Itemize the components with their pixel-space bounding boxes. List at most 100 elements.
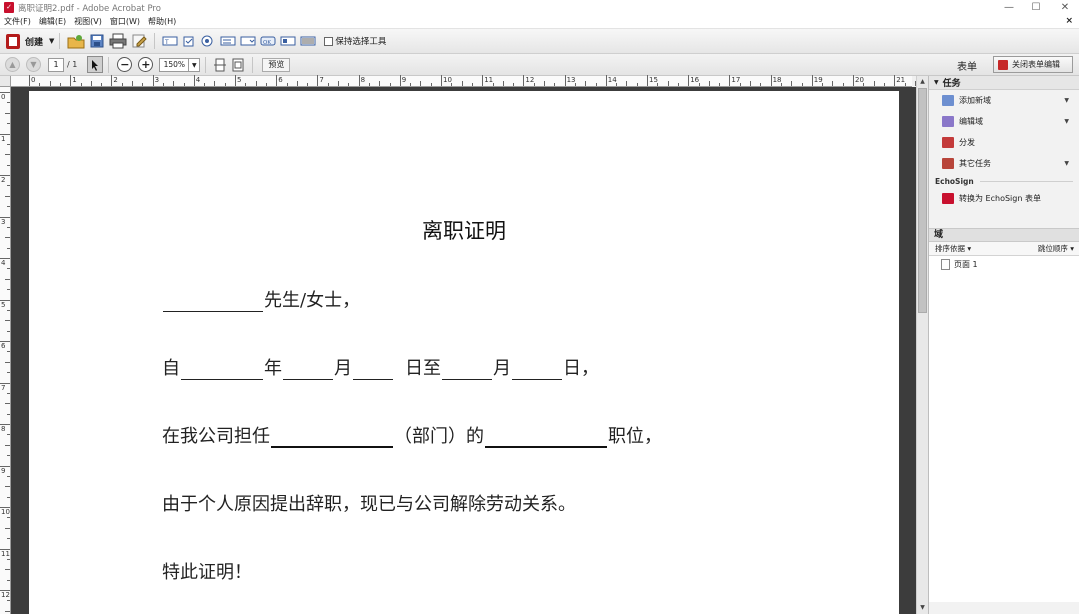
tab-order-dropdown[interactable]: 跳位顺序 ▾ [1038, 242, 1074, 255]
checkbox-tool[interactable] [182, 32, 196, 50]
menu-bar: 文件(F) 编辑(E) 视图(V) 窗口(W) 帮助(H) × [0, 15, 1079, 29]
ruler-minor-tick [451, 83, 453, 86]
ruler-minor-tick [708, 81, 710, 86]
vertical-scrollbar[interactable]: ▲ ▼ [916, 76, 928, 614]
fit-width-button[interactable] [213, 56, 227, 74]
tasks-header[interactable]: ▼ 任务 [929, 76, 1079, 90]
close-window-button[interactable]: ✕ [1050, 0, 1079, 15]
field-page-label: 页面 1 [954, 259, 978, 269]
ruler-minor-tick [410, 83, 412, 86]
dropdown-tool[interactable] [240, 32, 256, 50]
task-edit-field-label: 编辑域 [959, 117, 983, 126]
ruler-minor-tick [7, 102, 10, 104]
open-folder-icon [67, 35, 85, 49]
zoom-level-input[interactable]: 150% [159, 57, 190, 72]
radio-tool[interactable] [200, 32, 216, 50]
ruler-minor-tick [430, 83, 432, 86]
barcode-tool[interactable] [300, 32, 316, 50]
task-echosign[interactable]: 转换为 EchoSign 表单 [929, 188, 1079, 209]
open-button[interactable] [67, 32, 85, 50]
field-page-item[interactable]: 页面 1 [929, 256, 1079, 272]
maximize-button[interactable]: ☐ [1021, 0, 1051, 15]
zoom-in-button[interactable]: + [138, 57, 154, 72]
task-other[interactable]: 其它任务 ▼ [929, 153, 1079, 174]
task-distribute[interactable]: 分发 [929, 132, 1079, 153]
keep-select-checkbox[interactable] [324, 36, 334, 46]
start-month-blank[interactable] [283, 362, 333, 380]
task-add-field[interactable]: 添加新域 ▼ [929, 90, 1079, 111]
listbox-tool[interactable] [220, 32, 236, 50]
start-day-blank[interactable] [353, 362, 393, 380]
text-field-tool[interactable]: T [162, 32, 178, 50]
start-year-blank[interactable] [181, 362, 263, 380]
ruler-minor-tick [90, 81, 92, 86]
end-day-blank[interactable] [512, 362, 562, 380]
menu-file[interactable]: 文件(F) [0, 16, 35, 27]
close-form-edit-button[interactable]: 关闭表单编辑 [993, 56, 1073, 73]
task-echosign-label: 转换为 EchoSign 表单 [959, 194, 1041, 203]
ruler-minor-tick [307, 83, 309, 86]
edit-doc-button[interactable] [131, 32, 148, 50]
menu-view[interactable]: 视图(V) [70, 16, 106, 27]
save-button[interactable] [89, 32, 105, 50]
echosign-header: EchoSign [929, 174, 1079, 188]
menu-window[interactable]: 窗口(W) [106, 16, 144, 27]
select-tool-button[interactable] [87, 56, 104, 73]
ruler-label: 1 [1, 134, 6, 143]
minimize-button[interactable]: — [994, 0, 1024, 15]
digital-sign-tool[interactable] [280, 32, 296, 50]
fields-header: 域 [929, 228, 1079, 242]
scroll-down-icon[interactable]: ▼ [917, 603, 928, 613]
close-document-button[interactable]: × [1065, 16, 1073, 26]
zoom-out-button[interactable]: − [117, 57, 133, 72]
keep-select-tool-toggle[interactable]: 保持选择工具 [324, 35, 386, 47]
zoom-dropdown-button[interactable]: ▼ [189, 57, 201, 72]
svg-text:OK: OK [263, 40, 271, 46]
create-button[interactable]: 创建 ▼ [6, 33, 54, 49]
toolbar-divider [205, 56, 207, 73]
ruler-tick [482, 75, 484, 86]
ruler-minor-tick [224, 83, 226, 86]
ruler-label: 3 [1, 217, 6, 226]
ruler-minor-tick [7, 517, 10, 519]
ruler-tick [688, 75, 690, 86]
main-toolbar: 创建 ▼ T OK 保持选择工具 [0, 29, 1079, 54]
ruler-minor-tick [7, 496, 10, 498]
print-button[interactable] [109, 32, 127, 50]
fit-page-button[interactable] [231, 56, 245, 74]
ruler-minor-tick [5, 361, 10, 363]
ruler-label: 12 [1, 591, 10, 599]
ruler-minor-tick [883, 83, 885, 86]
ruler-label: 9 [401, 76, 407, 84]
add-field-icon [942, 95, 954, 106]
ruler-tick [358, 75, 360, 86]
ruler-minor-tick [7, 475, 10, 477]
task-edit-field[interactable]: 编辑域 ▼ [929, 111, 1079, 132]
ruler-minor-tick [286, 83, 288, 86]
ruler-minor-tick [904, 83, 906, 86]
prev-page-button[interactable]: ▲ [5, 57, 20, 72]
ruler-minor-tick [7, 455, 10, 457]
scrollbar-thumb[interactable] [918, 88, 927, 313]
ruler-minor-tick [492, 83, 494, 86]
form-label: 表单 [957, 62, 977, 73]
menu-help[interactable]: 帮助(H) [144, 16, 180, 27]
page-number-input[interactable]: 1 [48, 57, 64, 72]
menu-edit[interactable]: 编辑(E) [35, 16, 70, 27]
ruler-minor-tick [533, 83, 535, 86]
ruler-tick [441, 75, 442, 86]
department-blank[interactable] [271, 430, 393, 448]
position-blank[interactable] [485, 430, 607, 448]
period-text-month-2: 月 [493, 358, 511, 379]
scroll-up-icon[interactable]: ▲ [917, 77, 928, 87]
next-page-button[interactable]: ▼ [26, 57, 41, 72]
ruler-tick [729, 75, 731, 86]
document-viewport[interactable]: 离职证明 先生/女士， 自 年 月 日至 月 日， 在我公司担任 （部门）的 职… [11, 87, 916, 614]
end-month-blank[interactable] [442, 362, 492, 380]
button-tool[interactable]: OK [260, 32, 276, 50]
sort-by-dropdown[interactable]: 排序依据 ▾ [935, 242, 971, 255]
preview-button[interactable]: 预览 [262, 57, 291, 72]
ruler-minor-tick [39, 83, 41, 86]
name-blank[interactable] [163, 294, 263, 312]
ruler-label: 11 [1, 549, 10, 558]
